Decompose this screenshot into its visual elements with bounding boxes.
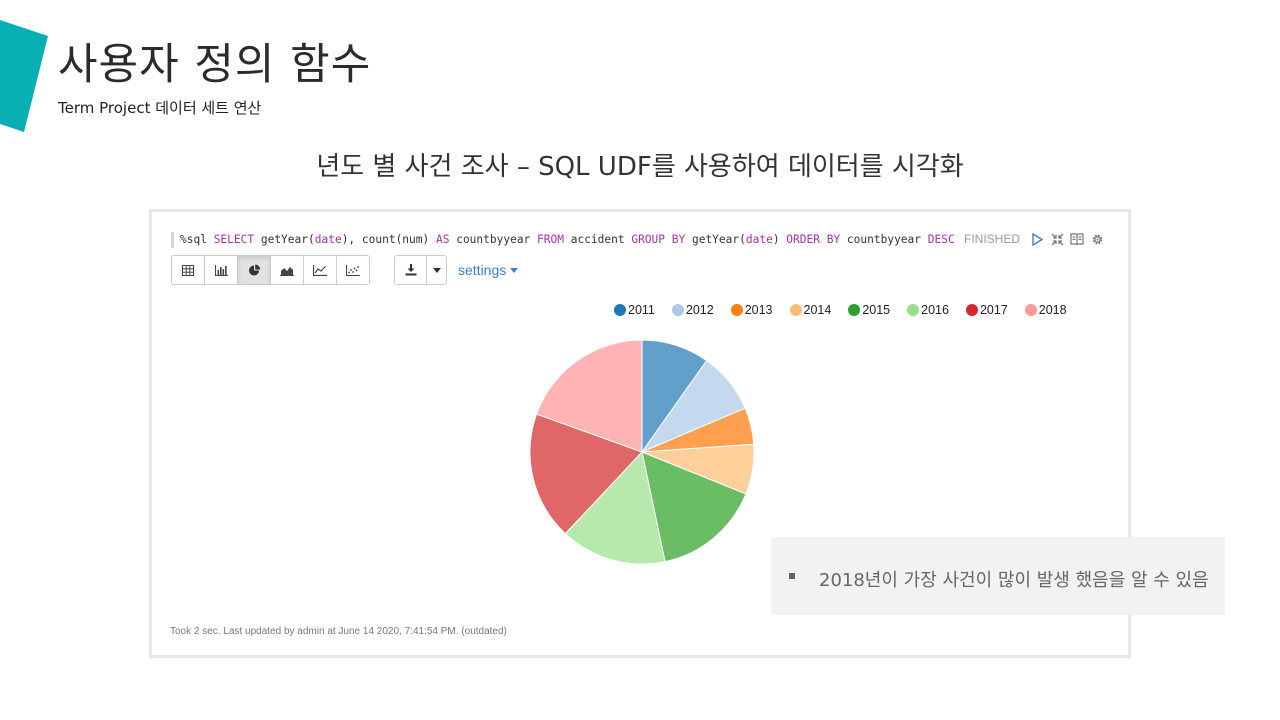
gear-icon[interactable]: [1090, 232, 1104, 246]
slide-title: 사용자 정의 함수: [58, 40, 372, 90]
slide-subtitle: Term Project 데이터 세트 연산: [58, 99, 262, 117]
line-chart-button[interactable]: [303, 255, 337, 285]
table-view-button[interactable]: [171, 255, 205, 285]
download-dropdown-toggle[interactable]: [427, 255, 447, 285]
download-icon: [405, 264, 416, 276]
legend-label: 2018: [1038, 303, 1067, 317]
visualization-toolbar: [171, 255, 370, 285]
settings-label: settings: [458, 262, 507, 278]
section-heading: 년도 별 사건 조사 – SQL UDF를 사용하여 데이터를 시각화: [316, 152, 964, 182]
legend-label: 2015: [862, 303, 891, 317]
legend-item-2013[interactable]: 2013: [730, 303, 773, 317]
status-text: FINISHED: [963, 232, 1020, 246]
legend-label: 2013: [744, 303, 773, 317]
legend-item-2016[interactable]: 2016: [907, 303, 949, 317]
legend-dot: [907, 304, 920, 316]
scatter-chart-icon: [346, 264, 360, 276]
sql-keyword: SELECT: [213, 233, 255, 246]
legend-label: 2014: [803, 303, 832, 317]
sql-text: ): [772, 233, 787, 246]
sql-text: ), count(num): [341, 233, 436, 246]
legend-dot: [789, 304, 802, 316]
area-chart-icon: [280, 266, 294, 276]
sql-keyword: FROM: [537, 233, 564, 246]
play-icon[interactable]: [1030, 232, 1044, 246]
legend-item-2018[interactable]: 2018: [1024, 303, 1067, 317]
area-chart-button[interactable]: [270, 255, 304, 285]
sql-text: %sql: [180, 233, 214, 246]
bar-chart-icon: [214, 264, 228, 276]
legend-item-2014[interactable]: 2014: [789, 303, 832, 317]
legend-dot: [671, 304, 684, 316]
legend-dot: [848, 304, 861, 316]
sql-keyword: ORDER BY: [786, 233, 841, 246]
sql-keyword: GROUP BY: [631, 233, 686, 246]
sql-text: countbyyear: [840, 233, 928, 246]
sql-text: accident: [563, 233, 632, 246]
accent-shape: [0, 20, 48, 132]
sql-keyword: AS: [435, 233, 450, 246]
callout-box: 2018년이 가장 사건이 많이 발생 했음을 알 수 있음: [771, 537, 1225, 615]
pie-chart-icon: [248, 264, 260, 275]
sql-keyword: date: [314, 233, 342, 246]
sql-code-line[interactable]: %sql SELECT getYear(date), count(num) AS…: [171, 232, 955, 248]
collapse-icon[interactable]: [1050, 232, 1064, 246]
paragraph-footer: Took 2 sec. Last updated by admin at Jun…: [170, 626, 507, 637]
pie-chart-button[interactable]: [237, 255, 271, 285]
legend-label: 2012: [685, 303, 714, 317]
sql-keyword: date: [745, 233, 773, 246]
settings-toggle[interactable]: settings: [458, 262, 519, 278]
pie-chart: [529, 339, 755, 565]
legend-item-2011[interactable]: 2011: [614, 303, 655, 317]
legend-item-2017[interactable]: 2017: [965, 303, 1008, 317]
book-icon[interactable]: [1070, 232, 1084, 246]
bullet-icon: [789, 573, 795, 579]
accent-polygon: [0, 20, 48, 132]
legend-label: 2017: [979, 303, 1008, 317]
chart-legend: 2011 2012 2013 2014 2015 2016 2017 2018: [614, 303, 1067, 317]
legend-dot: [1024, 304, 1037, 316]
legend-label: 2011: [628, 303, 655, 317]
paragraph-status-bar: FINISHED: [964, 232, 1104, 246]
sql-text: getYear(: [254, 233, 315, 246]
sql-keyword: DESC: [927, 233, 955, 246]
line-chart-icon: [313, 264, 327, 276]
legend-item-2012[interactable]: 2012: [671, 303, 714, 317]
callout-text: 2018년이 가장 사건이 많이 발생 했음을 알 수 있음: [819, 570, 1209, 591]
legend-dot: [965, 304, 978, 316]
table-icon: [182, 264, 194, 276]
caret-down-icon: [432, 267, 441, 273]
legend-item-2015[interactable]: 2015: [848, 303, 890, 317]
sql-text: getYear(: [685, 233, 746, 246]
caret-down-icon: [510, 267, 519, 273]
sql-text: countbyyear: [449, 233, 538, 246]
bar-chart-button[interactable]: [204, 255, 238, 285]
legend-dot: [614, 304, 626, 316]
scatter-chart-button[interactable]: [336, 255, 370, 285]
legend-dot: [730, 304, 743, 316]
download-button[interactable]: [394, 255, 427, 285]
legend-label: 2016: [921, 303, 949, 317]
download-button-group: [394, 255, 447, 285]
